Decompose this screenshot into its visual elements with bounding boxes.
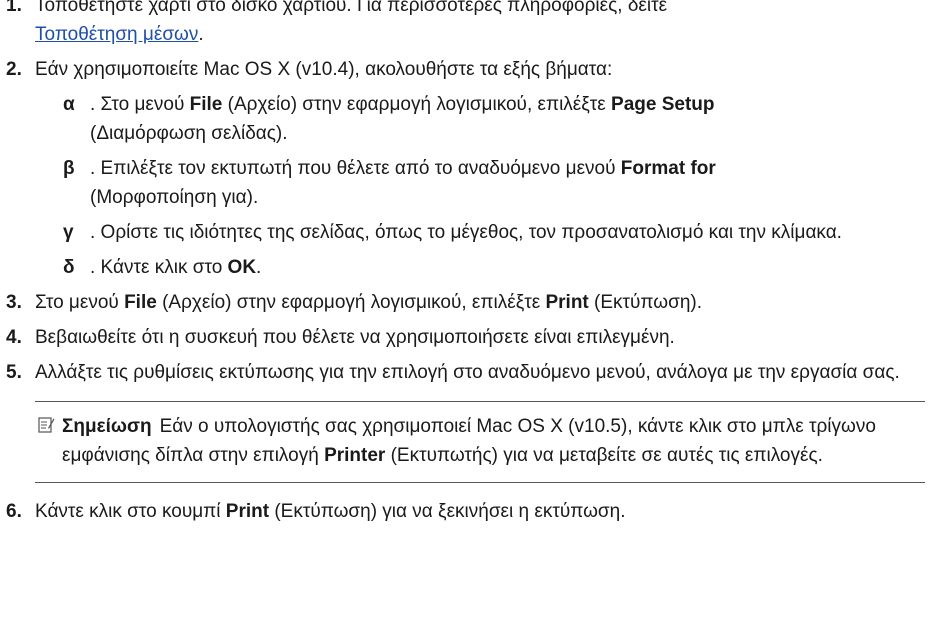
- step-text-end: .: [198, 24, 204, 45]
- substep-a: α . Στο μενού File (Αρχείο) στην εφαρμογή…: [35, 90, 935, 148]
- substep-letter: β: [63, 158, 75, 179]
- substeps: α . Στο μενού File (Αρχείο) στην εφαρμογή…: [35, 90, 935, 282]
- step-1: 1. Τοποθετήστε χαρτί στο δίσκο χαρτιού. …: [0, 0, 935, 49]
- step-text: Τοποθετήστε χαρτί στο δίσκο χαρτιού. Για…: [35, 0, 668, 16]
- substep-text: (Αρχείο) στην εφαρμογή λογισμικού, επιλέ…: [222, 94, 612, 115]
- step-text: Αλλάξτε τις ρυθμίσεις εκτύπωσης για την …: [35, 362, 900, 383]
- substep-d: δ . Κάντε κλικ στο OK.: [35, 253, 935, 282]
- note-body: (Εκτυπωτής) για να μεταβείτε σε αυτές τι…: [385, 445, 823, 466]
- step-2: 2. Εάν χρησιμοποιείτε Mac OS X (v10.4), …: [0, 55, 935, 282]
- note-pencil-icon: [38, 417, 55, 433]
- substep-text: . Ορίστε τις ιδιότητες της σελίδας, όπως…: [90, 222, 842, 243]
- substep-letter: δ: [63, 257, 75, 278]
- step-text: Στο μενού: [35, 292, 125, 313]
- command-name: Print: [545, 292, 589, 313]
- substep-text: . Στο μενού: [90, 94, 190, 115]
- substep-text: (Διαμόρφωση σελίδας).: [90, 123, 288, 144]
- step-text: (Εκτύπωση) για να ξεκινήσει η εκτύπωση.: [269, 501, 626, 522]
- button-name: Print: [225, 501, 270, 522]
- load-media-link[interactable]: Τοποθέτηση μέσων: [35, 24, 198, 45]
- document-page: 1. Τοποθετήστε χαρτί στο δίσκο χαρτιού. …: [0, 0, 935, 526]
- step-number: 6.: [6, 501, 22, 522]
- menu-name: Format for: [620, 158, 716, 179]
- menu-name: File: [124, 292, 157, 313]
- step-text: Βεβαιωθείτε ότι η συσκευή που θέλετε να …: [35, 327, 675, 348]
- note-text: Σημείωση Εάν ο υπολογιστής σας χρησιμοποι…: [35, 412, 915, 470]
- button-name: OK: [227, 257, 257, 278]
- substep-b: β . Επιλέξτε τον εκτυπωτή που θέλετε από …: [35, 154, 935, 212]
- substep-letter: α: [63, 94, 75, 115]
- step-text: (Αρχείο) στην εφαρμογή λογισμικού, επιλέ…: [156, 292, 546, 313]
- substep-text: . Επιλέξτε τον εκτυπωτή που θέλετε από τ…: [90, 158, 621, 179]
- menu-name: File: [189, 94, 223, 115]
- substep-text: . Κάντε κλικ στο: [90, 257, 228, 278]
- step-text: Κάντε κλικ στο κουμπί: [35, 501, 226, 522]
- step-4: 4. Βεβαιωθείτε ότι η συσκευή που θέλετε …: [0, 323, 935, 352]
- note-title: Σημείωση: [62, 416, 152, 437]
- note-box: Σημείωση Εάν ο υπολογιστής σας χρησιμοποι…: [35, 401, 925, 483]
- substep-text: .: [256, 257, 262, 278]
- procedure-steps: 1. Τοποθετήστε χαρτί στο δίσκο χαρτιού. …: [0, 0, 935, 526]
- step-6: 6. Κάντε κλικ στο κουμπί Print (Εκτύπωση…: [0, 497, 935, 526]
- command-name: Page Setup: [611, 94, 715, 115]
- step-3: 3. Στο μενού File (Αρχείο) στην εφαρμογή…: [0, 288, 935, 317]
- substep-text: (Μορφοποίηση για).: [90, 187, 259, 208]
- step-number: 5.: [6, 362, 22, 383]
- option-name: Printer: [324, 445, 386, 466]
- step-text: Εάν χρησιμοποιείτε Mac OS X (v10.4), ακο…: [35, 59, 613, 80]
- step-text: (Εκτύπωση).: [588, 292, 702, 313]
- step-number: 2.: [6, 59, 22, 80]
- substep-c: γ . Ορίστε τις ιδιότητες της σελίδας, όπω…: [35, 218, 935, 247]
- step-number: 4.: [6, 327, 22, 348]
- step-number: 1.: [6, 0, 22, 16]
- substep-letter: γ: [63, 222, 74, 243]
- step-number: 3.: [6, 292, 22, 313]
- step-5: 5. Αλλάξτε τις ρυθμίσεις εκτύπωσης για τ…: [0, 358, 935, 387]
